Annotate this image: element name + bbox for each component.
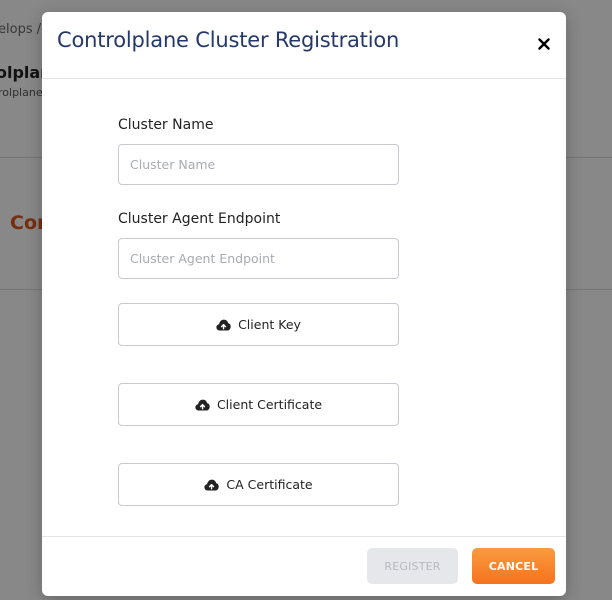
cluster-agent-endpoint-input[interactable] (118, 238, 399, 279)
close-icon (538, 38, 550, 50)
register-button[interactable]: REGISTER (367, 548, 458, 584)
cluster-agent-endpoint-label: Cluster Agent Endpoint (118, 211, 281, 227)
close-button[interactable] (534, 34, 554, 54)
registration-dialog: Controlplane Cluster Registration Cluste… (42, 12, 566, 596)
cancel-button[interactable]: CANCEL (472, 548, 555, 584)
client-certificate-upload-button[interactable]: Client Certificate (118, 383, 399, 426)
ca-certificate-upload-button[interactable]: CA Certificate (118, 463, 399, 506)
cloud-upload-icon (195, 399, 210, 411)
dialog-header: Controlplane Cluster Registration (42, 12, 566, 79)
dialog-body: Cluster Name Cluster Agent Endpoint Clie… (42, 79, 566, 537)
dialog-title: Controlplane Cluster Registration (57, 28, 400, 52)
upload-label: Client Certificate (216, 397, 323, 412)
dialog-footer: REGISTER CANCEL (42, 536, 566, 596)
client-key-upload-button[interactable]: Client Key (118, 303, 399, 346)
upload-label: Client Key (238, 317, 301, 332)
upload-label: CA Certificate (226, 477, 313, 492)
cluster-name-input[interactable] (118, 144, 399, 185)
cloud-upload-icon (204, 479, 220, 491)
cloud-upload-icon (216, 319, 231, 331)
cluster-name-label: Cluster Name (118, 117, 214, 133)
